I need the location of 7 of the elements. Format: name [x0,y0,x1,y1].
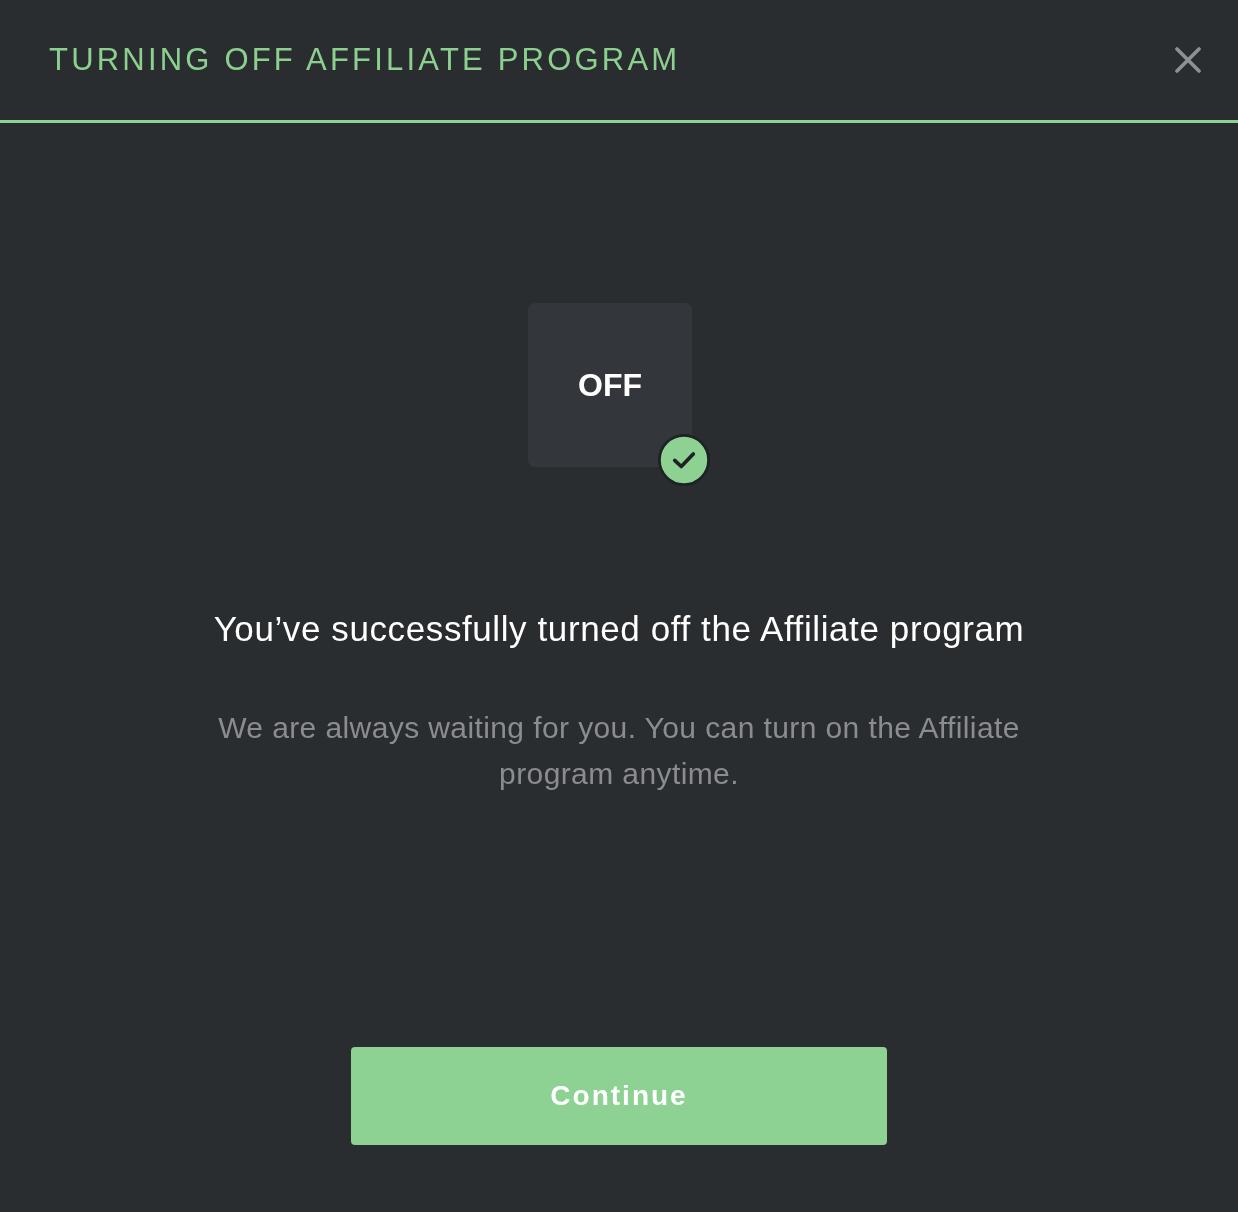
success-heading: You’ve successfully turned off the Affiliate program [213,609,1025,649]
dialog-title: TURNING OFF AFFILIATE PROGRAM [49,41,681,79]
continue-button[interactable]: Continue [351,1047,887,1145]
close-button[interactable] [1174,46,1202,74]
status-label: OFF [578,366,642,404]
close-icon [1175,47,1201,73]
info-message: We are always waiting for you. You can turn on the Affiliate program anytime. [217,710,1021,792]
